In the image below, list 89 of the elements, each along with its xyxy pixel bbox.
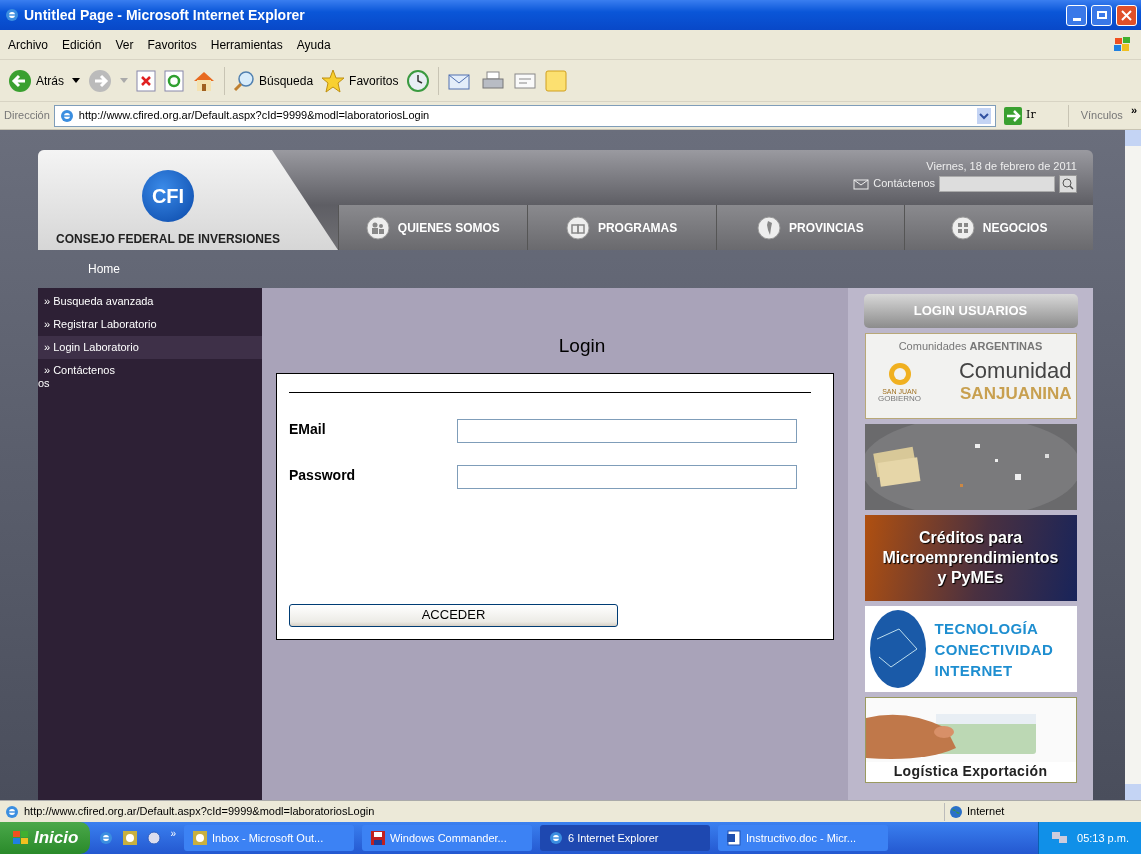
- banner-caption: Comunidades ARGENTINAS: [897, 339, 1044, 354]
- envelope-icon[interactable]: [853, 177, 870, 190]
- close-button[interactable]: [1116, 4, 1137, 26]
- banner-text: y PyMEs: [937, 568, 1004, 588]
- address-field[interactable]: http://www.cfired.org.ar/Default.aspx?cId=9999&modl=laboratoriosLogin: [53, 104, 997, 127]
- dropdown-arrow-icon[interactable]: [72, 77, 80, 84]
- clock-icon: [191, 830, 208, 846]
- back-button[interactable]: Atrás: [8, 68, 64, 93]
- more-chevron[interactable]: »: [1126, 102, 1137, 119]
- arrow-right-icon: [1004, 106, 1023, 125]
- breadcrumb-link[interactable]: Home: [88, 260, 120, 278]
- search-icon[interactable]: [1059, 174, 1077, 193]
- more-chevron[interactable]: »: [170, 822, 176, 841]
- search-icon: [233, 69, 255, 92]
- menu-item[interactable]: Edición: [62, 35, 102, 54]
- star-icon: [321, 68, 346, 93]
- globe-icon: [868, 609, 927, 689]
- taskbar-button[interactable]: 6 Internet Explorer: [539, 825, 710, 851]
- contact-link[interactable]: Contáctenos: [873, 174, 935, 191]
- menu-item[interactable]: Herramientas: [210, 35, 283, 54]
- login-title: Login: [557, 334, 606, 358]
- banner-text: Créditos para: [918, 528, 1023, 548]
- restore-button[interactable]: [1091, 4, 1112, 26]
- status-text: http://www.cfired.org.ar/Default.aspx?cId=9999&modl=laboratoriosLogin: [24, 804, 376, 820]
- floppy-icon: [369, 830, 386, 846]
- nav-tab[interactable]: PROVINCIAS: [715, 205, 905, 250]
- sidebar-link[interactable]: » Login Laboratorio: [38, 336, 262, 359]
- credit-banner[interactable]: Créditos para Microemprendimientos y PyMEs: [864, 515, 1077, 601]
- address-text: http://www.cfired.org.ar/Default.aspx?cId=9999&modl=laboratoriosLogin: [78, 108, 431, 124]
- menu-item[interactable]: Ayuda: [296, 35, 331, 54]
- window-title: Untitled Page - Microsoft Internet Explorer: [24, 5, 306, 25]
- go-button[interactable]: Ir: [1000, 106, 1040, 125]
- history-icon[interactable]: [406, 68, 431, 93]
- taskbar-button[interactable]: Inbox - Microsoft Out...: [183, 825, 354, 851]
- logo-subtext: GOBIERNO: [877, 395, 922, 403]
- start-button[interactable]: Inicio: [0, 822, 91, 854]
- scrollbar[interactable]: [1125, 130, 1141, 800]
- taskbar-button[interactable]: Windows Commander...: [361, 825, 532, 851]
- clock-icon: [122, 830, 139, 846]
- refresh-icon[interactable]: [164, 69, 184, 92]
- sidebar-link[interactable]: » Registrar Laboratorio: [38, 313, 262, 336]
- page-icon: [4, 803, 20, 820]
- people-icon: [365, 215, 390, 240]
- banner-text: CONECTIVIDAD: [934, 639, 1054, 660]
- export-banner[interactable]: Logística Exportación: [864, 697, 1077, 783]
- input-field[interactable]: [457, 464, 797, 489]
- minimize-button[interactable]: [1066, 4, 1087, 26]
- banner-caption: Logística Exportación: [892, 762, 1049, 780]
- network-icon[interactable]: [1051, 830, 1069, 846]
- date-text: Viernes, 18 de febrero de 2011: [926, 159, 1077, 174]
- nav-tab[interactable]: NEGOCIOS: [904, 205, 1093, 250]
- document-icon: [725, 830, 742, 846]
- favorites-button[interactable]: Favoritos: [321, 68, 399, 93]
- banner-title: Comunidad: [959, 358, 1072, 383]
- home-icon[interactable]: [192, 69, 216, 92]
- book-icon: [565, 215, 590, 240]
- zone-text: Internet: [967, 804, 1006, 820]
- printer-icon[interactable]: [481, 69, 506, 92]
- taskbar-button[interactable]: Instructivo.doc - Micr...: [717, 825, 888, 851]
- banner-text: TECNOLOGÍA: [934, 618, 1040, 639]
- banner-text: Microemprendimientos: [882, 548, 1059, 568]
- address-label: Dirección: [4, 108, 50, 124]
- submit-button[interactable]: ACCEDER: [289, 603, 618, 627]
- organization-name: CONSEJO FEDERAL DE INVERSIONES: [56, 231, 280, 248]
- banner-text: INTERNET: [934, 660, 1014, 681]
- technology-banner[interactable]: TECNOLOGÍA CONECTIVIDAD INTERNET: [864, 606, 1077, 692]
- sidebar-link[interactable]: » Busqueda avanzada: [38, 290, 262, 313]
- globe-icon: [949, 804, 963, 819]
- nav-tab[interactable]: PROGRAMAS: [526, 205, 716, 250]
- windows-flag-icon: [1113, 35, 1133, 54]
- grid-icon: [950, 215, 975, 240]
- banner-subtitle: SANJUANINA: [960, 382, 1072, 405]
- clock: 05:13 p.m.: [1077, 830, 1129, 846]
- field-label: EMail: [289, 419, 327, 439]
- field-label: Password: [289, 465, 357, 485]
- nav-tab[interactable]: QUIENES SOMOS: [338, 205, 527, 250]
- search-field[interactable]: [939, 175, 1055, 192]
- input-field[interactable]: [457, 418, 797, 443]
- logo: CFI: [142, 170, 194, 222]
- page-icon: [58, 107, 75, 124]
- map-icon: [757, 215, 782, 240]
- stop-icon[interactable]: [136, 69, 156, 92]
- search-button[interactable]: Búsqueda: [233, 69, 314, 92]
- windows-flag-icon: [12, 830, 30, 846]
- menu-item[interactable]: Ver: [115, 35, 134, 54]
- links-label[interactable]: Vínculos: [1072, 107, 1123, 124]
- close-icon: [1121, 9, 1132, 21]
- menu-item[interactable]: Archivo: [8, 35, 48, 54]
- menu-item[interactable]: Favoritos: [147, 35, 197, 54]
